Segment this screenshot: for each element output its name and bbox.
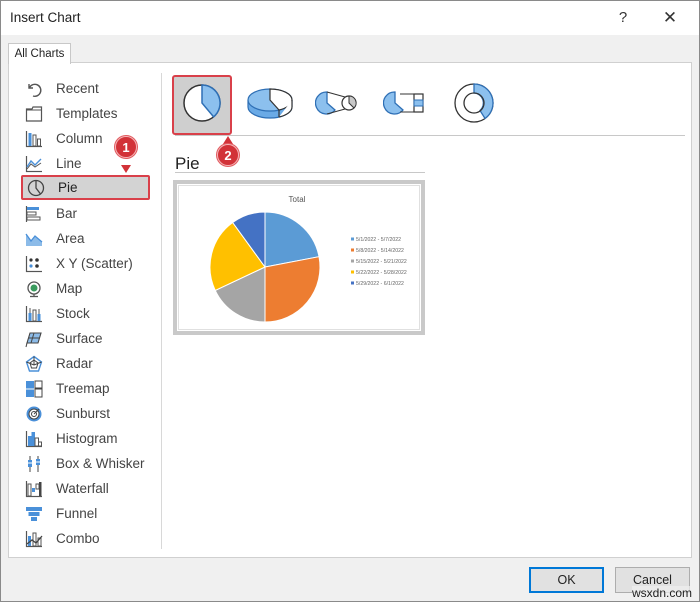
sidebar-item-label: Pie	[58, 180, 78, 195]
legend-marker	[351, 237, 354, 241]
sidebar-item-label: Histogram	[56, 431, 118, 446]
sidebar-item-label: Map	[56, 281, 83, 296]
tab-all-charts[interactable]: All Charts	[8, 43, 71, 64]
sidebar-item-radar[interactable]: Radar	[21, 351, 150, 376]
legend-label: 5/22/2022 - 5/28/2022	[356, 270, 407, 276]
subtype-doughnut[interactable]	[444, 75, 504, 135]
stock-chart-icon	[25, 305, 43, 323]
legend-marker	[351, 248, 354, 252]
step-2-badge: 2	[217, 144, 239, 166]
legend-marker	[351, 281, 354, 285]
pie-chart-icon	[27, 179, 45, 197]
sidebar-item-label: Box & Whisker	[56, 456, 145, 471]
pie-chart-preview: Total 5/1/2022 - 5/7/2022 5/8/2022 - 5/14…	[209, 195, 407, 323]
chart-subtype-gallery	[172, 73, 652, 139]
legend-label: 5/8/2022 - 5/14/2022	[356, 248, 404, 254]
sidebar-item-pie[interactable]: Pie	[21, 175, 150, 200]
sidebar-item-funnel[interactable]: Funnel	[21, 501, 150, 526]
box-whisker-chart-icon	[25, 455, 43, 473]
sidebar-item-histogram[interactable]: Histogram	[21, 426, 150, 451]
help-button[interactable]: ?	[611, 7, 635, 29]
doughnut-subtype-icon	[452, 81, 496, 130]
legend-label: 5/15/2022 - 5/21/2022	[356, 259, 407, 265]
ok-button[interactable]: OK	[529, 567, 604, 593]
pie-of-pie-subtype-icon	[314, 82, 361, 129]
legend-marker	[351, 259, 354, 263]
sidebar-item-label: Treemap	[56, 381, 110, 396]
sidebar-item-bar[interactable]: Bar	[21, 201, 150, 226]
sidebar-item-sunburst[interactable]: Sunburst	[21, 401, 150, 426]
sidebar-item-box-whisker[interactable]: Box & Whisker	[21, 451, 150, 476]
templates-icon	[25, 105, 43, 123]
dialog-title: Insert Chart	[10, 10, 81, 25]
bar-of-pie-subtype-icon	[382, 82, 429, 129]
sidebar-item-label: Templates	[56, 106, 118, 121]
sidebar-item-label: Column	[56, 131, 103, 146]
subtype-bar-of-pie[interactable]	[376, 75, 436, 135]
sidebar-item-treemap[interactable]: Treemap	[21, 376, 150, 401]
sidebar-item-area[interactable]: Area	[21, 226, 150, 251]
sidebar-item-label: Surface	[56, 331, 103, 346]
tab-panel: Recent Templates Column Line Pie Bar Are…	[8, 62, 692, 558]
sidebar-item-recent[interactable]: Recent	[21, 76, 150, 101]
surface-chart-icon	[25, 330, 43, 348]
selected-subtype-heading: Pie	[175, 154, 200, 173]
line-chart-icon	[25, 155, 43, 173]
watermark: wsxdn.com	[632, 586, 693, 600]
combo-chart-icon	[25, 530, 43, 548]
sunburst-chart-icon	[25, 405, 43, 423]
recent-icon	[25, 80, 43, 98]
sidebar-item-label: Bar	[56, 206, 78, 221]
sidebar-item-map[interactable]: Map	[21, 276, 150, 301]
title-bar: Insert Chart ? ✕	[1, 1, 699, 35]
subtype-3d-pie[interactable]	[240, 75, 300, 135]
waterfall-chart-icon	[25, 480, 43, 498]
sidebar-item-surface[interactable]: Surface	[21, 326, 150, 351]
divider	[175, 135, 685, 136]
sidebar-item-label: Line	[56, 156, 82, 171]
sidebar-item-label: Stock	[56, 306, 90, 321]
sidebar-item-stock[interactable]: Stock	[21, 301, 150, 326]
sidebar-item-combo[interactable]: Combo	[21, 526, 150, 551]
bar-chart-icon	[25, 205, 43, 223]
divider	[175, 172, 425, 173]
sidebar-item-label: Combo	[56, 531, 100, 546]
step-1-badge: 1	[115, 136, 137, 158]
chart-preview-area: Total 5/1/2022 - 5/7/2022 5/8/2022 - 5/14…	[178, 185, 420, 330]
legend-label: 5/29/2022 - 6/1/2022	[356, 281, 404, 287]
legend-label: 5/1/2022 - 5/7/2022	[356, 237, 401, 243]
radar-chart-icon	[25, 355, 43, 373]
pie-3d-subtype-icon	[245, 82, 295, 129]
sidebar-item-label: X Y (Scatter)	[56, 256, 133, 271]
sidebar-item-label: Radar	[56, 356, 93, 371]
chart-title: Total	[289, 195, 306, 204]
pie-slice	[264, 256, 321, 323]
area-chart-icon	[25, 230, 43, 248]
subtype-pie-of-pie[interactable]	[308, 75, 368, 135]
sidebar-item-label: Area	[56, 231, 85, 246]
sidebar-item-waterfall[interactable]: Waterfall	[21, 476, 150, 501]
sidebar-item-templates[interactable]: Templates	[21, 101, 150, 126]
histogram-chart-icon	[25, 430, 43, 448]
chart-type-list: Recent Templates Column Line Pie Bar Are…	[18, 73, 162, 549]
funnel-chart-icon	[25, 505, 43, 523]
column-chart-icon	[25, 130, 43, 148]
subtype-pie[interactable]	[172, 75, 232, 135]
treemap-chart-icon	[25, 380, 43, 398]
annotation-pointer	[121, 165, 131, 173]
sidebar-item-label: Waterfall	[56, 481, 109, 496]
sidebar-item-label: Funnel	[56, 506, 98, 521]
sidebar-item-xy-scatter[interactable]: X Y (Scatter)	[21, 251, 150, 276]
annotation-pointer	[223, 136, 233, 144]
chart-preview[interactable]: Total 5/1/2022 - 5/7/2022 5/8/2022 - 5/14…	[173, 180, 425, 335]
legend-marker	[351, 270, 354, 274]
close-button[interactable]: ✕	[658, 7, 682, 29]
scatter-chart-icon	[25, 255, 43, 273]
sidebar-item-label: Recent	[56, 81, 99, 96]
map-chart-icon	[25, 280, 43, 298]
pie-subtype-icon	[181, 82, 223, 129]
insert-chart-dialog: Insert Chart ? ✕ All Charts Recent Templ…	[0, 0, 700, 602]
sidebar-item-label: Sunburst	[56, 406, 111, 421]
